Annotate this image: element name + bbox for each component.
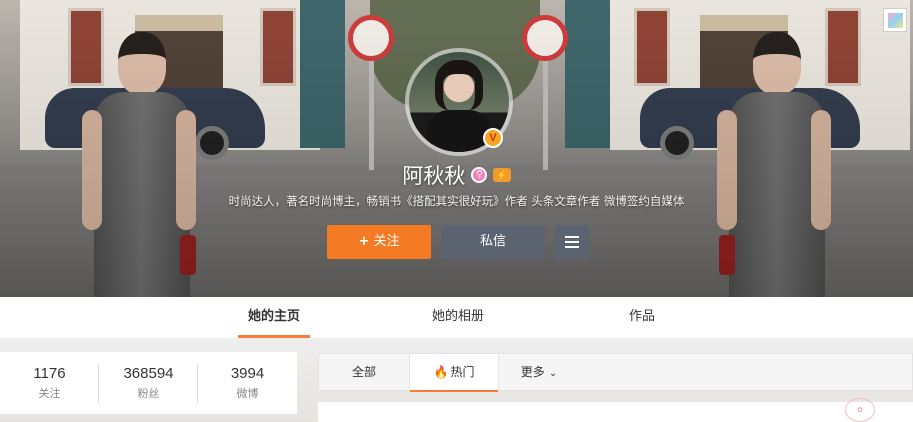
profile-tab-bar: 她的主页 她的相册 作品 [0,297,913,338]
stats-panel: 1176 关注 368594 粉丝 3994 微博 [0,352,297,414]
message-label: 私信 [479,234,506,249]
flame-icon: 🔥 [433,365,449,379]
stat-label: 粉丝 [137,387,160,400]
tab-album[interactable]: 她的相册 [421,297,495,338]
watermark-stamp: ✿ [845,398,875,422]
skin-icon[interactable] [883,8,907,32]
stat-label: 微博 [236,387,259,400]
stat-value: 3994 [230,365,265,382]
feed-filter-bar: 全部 🔥 热门 更多 ⌄ [318,353,913,392]
filter-more-label: 更多 [520,365,545,379]
menu-icon [565,236,579,238]
filter-all[interactable]: 全部 [319,354,409,391]
follow-label: 关注 [373,234,400,249]
tab-works[interactable]: 作品 [620,297,664,338]
filter-hot[interactable]: 🔥 热门 [409,354,499,392]
skin-swatch [888,13,903,28]
profile-bio: 时尚达人，著名时尚博主，畅销书《搭配其实很好玩》作者 头条文章作者 微博签约自媒… [228,194,685,208]
feed-card [318,402,913,422]
female-icon: ♀ [471,167,488,183]
filter-hot-label: 热门 [450,365,475,379]
menu-icon [565,246,579,248]
stat-followers[interactable]: 368594 粉丝 [99,352,198,414]
chevron-down-icon: ⌄ [548,368,558,379]
stat-following[interactable]: 1176 关注 [0,352,99,414]
avatar-clothing [427,110,491,152]
avatar-hair [435,60,483,110]
more-menu-button[interactable] [555,225,589,259]
verified-icon[interactable]: V [483,128,503,148]
stat-label: 关注 [38,387,61,400]
filter-more[interactable]: 更多 ⌄ [509,354,569,391]
plus-icon: + [358,234,370,249]
stat-value: 1176 [33,365,66,382]
tab-home[interactable]: 她的主页 [238,297,310,338]
menu-icon [565,241,579,243]
profile-name: 阿秋秋 [402,164,466,188]
profile-name-row: 阿秋秋 ♀ ⚡ [0,160,913,190]
stat-posts[interactable]: 3994 微博 [198,352,297,414]
follow-button[interactable]: + 关注 [327,225,431,259]
message-button[interactable]: 私信 [441,225,545,259]
stat-value: 368594 [123,365,174,382]
member-level-icon[interactable]: ⚡ [493,168,511,182]
